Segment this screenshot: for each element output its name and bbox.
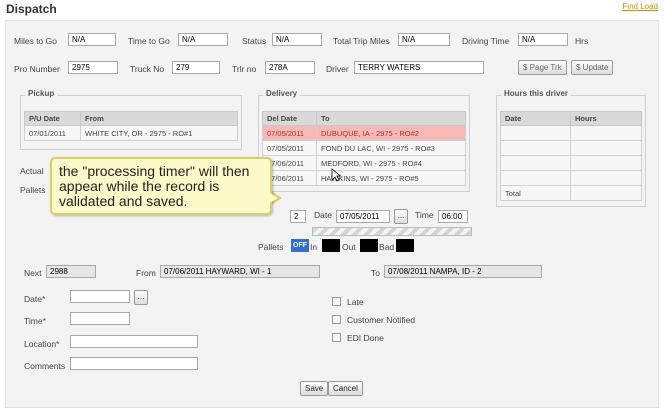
- pickup-from-header: From: [80, 111, 238, 126]
- hours-table: Date Hours Total: [500, 111, 642, 201]
- status-field[interactable]: N/A: [272, 33, 322, 46]
- table-row[interactable]: 07/06/2011 MEDFORD, WI - 2975 - RO#4: [262, 155, 466, 171]
- tooltip-tail-inner: [268, 192, 278, 204]
- table-row[interactable]: 07/01/2011 WHITE CITY, OR - 2975 - RO#1: [24, 125, 238, 141]
- mouse-cursor-icon: [331, 168, 341, 182]
- driver-label: Driver: [326, 64, 349, 74]
- status-label: Status: [242, 36, 267, 46]
- next-field: 2988: [46, 265, 96, 278]
- trlr-no-label: Trlr no: [232, 64, 257, 74]
- from-label: From: [136, 268, 156, 278]
- table-row[interactable]: 07/06/2011 HAWKINS, WI - 2975 - RO#5: [262, 170, 466, 186]
- total-trip-miles-field[interactable]: N/A: [398, 33, 450, 46]
- time-field[interactable]: [70, 312, 130, 325]
- help-tooltip: the "processing timer" will then appear …: [50, 157, 272, 215]
- pallets-out-label: Out: [342, 242, 356, 252]
- pallets-in-label: In: [310, 242, 318, 252]
- delivery-date-cell: 07/05/2011: [262, 140, 317, 156]
- driving-time-field[interactable]: N/A: [518, 33, 568, 46]
- truck-no-label: Truck No: [130, 64, 165, 74]
- stop-date-field[interactable]: 07/05/2011: [336, 210, 390, 223]
- page-title: Dispatch: [6, 2, 57, 16]
- truck-no-field[interactable]: 279: [172, 61, 220, 74]
- customer-notified-checkbox[interactable]: [332, 315, 341, 324]
- delivery-legend: Delivery: [263, 89, 301, 98]
- date-label: Date*: [24, 294, 46, 304]
- edi-done-label: EDI Done: [347, 333, 384, 343]
- pallets-count-label: Pallets: [20, 185, 46, 195]
- table-row: Total: [500, 185, 642, 201]
- table-row: [500, 140, 642, 156]
- to-label: To: [371, 268, 380, 278]
- pallets-in-field[interactable]: [322, 239, 340, 252]
- table-row: [500, 170, 642, 186]
- table-row: [500, 125, 642, 141]
- hours-total-label: Total: [500, 185, 571, 201]
- location-field[interactable]: [70, 335, 198, 348]
- actual-label: Actual: [20, 166, 44, 176]
- delivery-to-header: To: [316, 111, 466, 126]
- table-row[interactable]: 07/05/2011 DUBUQUE, IA - 2975 - RO#2: [262, 125, 466, 141]
- delivery-table: Del Date To 07/05/2011 DUBUQUE, IA - 297…: [262, 111, 466, 186]
- delivery-date-cell: 07/05/2011: [262, 125, 317, 141]
- page-truck-button[interactable]: $ Page Trk: [518, 60, 567, 75]
- date-picker-button[interactable]: ...: [134, 290, 148, 305]
- delivery-date-header: Del Date: [262, 111, 317, 126]
- pallets-bad-label: Bad: [379, 242, 395, 252]
- late-checkbox[interactable]: [332, 297, 341, 306]
- miles-to-go-field[interactable]: N/A: [68, 33, 116, 46]
- edi-done-checkbox[interactable]: [332, 333, 341, 342]
- hours-total-value: [570, 185, 642, 201]
- pickup-from-cell: WHITE CITY, OR - 2975 - RO#1: [80, 125, 238, 141]
- next-label: Next: [24, 268, 42, 278]
- from-field: 07/06/2011 HAYWARD, WI - 1: [160, 265, 320, 278]
- delivery-to-cell: FOND DU LAC, WI - 2975 - RO#3: [316, 140, 466, 156]
- hrs-label: Hrs: [575, 36, 589, 46]
- time-to-go-field[interactable]: N/A: [178, 33, 228, 46]
- pickup-legend: Pickup: [25, 89, 58, 98]
- tooltip-text: the "processing timer" will then appear …: [59, 163, 250, 209]
- late-label: Late: [347, 297, 364, 307]
- trlr-no-field[interactable]: 278A: [265, 61, 315, 74]
- customer-notified-label: Customer Notified: [347, 315, 416, 325]
- stop-time-field[interactable]: 06:00: [438, 210, 468, 223]
- update-button[interactable]: $ Update: [571, 60, 614, 75]
- total-trip-miles-label: Total Trip Miles: [333, 36, 390, 46]
- time-to-go-label: Time to Go: [128, 36, 170, 46]
- table-row: [500, 155, 642, 171]
- stop-number-field[interactable]: 2: [290, 210, 306, 223]
- pallets-toggle-label: Pallets: [258, 242, 284, 252]
- pickup-date-cell: 07/01/2011: [24, 125, 81, 141]
- miles-to-go-label: Miles to Go: [14, 36, 57, 46]
- pallets-out-field[interactable]: [360, 239, 378, 252]
- driving-time-label: Driving Time: [462, 36, 510, 46]
- table-row[interactable]: 07/05/2011 FOND DU LAC, WI - 2975 - RO#3: [262, 140, 466, 156]
- pallets-bad-field[interactable]: [396, 239, 414, 252]
- pro-number-label: Pro Number: [14, 64, 60, 74]
- pickup-table: P/U Date From 07/01/2011 WHITE CITY, OR …: [24, 111, 238, 141]
- save-button[interactable]: Save: [300, 381, 329, 396]
- cancel-button[interactable]: Cancel: [328, 381, 363, 396]
- hours-date-header: Date: [500, 111, 571, 126]
- stop-time-label: Time: [415, 210, 434, 220]
- delivery-to-cell: DUBUQUE, IA - 2975 - RO#2: [316, 125, 466, 141]
- driver-field[interactable]: TERRY WATERS: [354, 61, 484, 74]
- processing-timer-bar: [312, 227, 472, 236]
- hours-legend: Hours this driver: [501, 89, 572, 98]
- pro-number-field[interactable]: 2975: [68, 61, 118, 74]
- time-label: Time*: [24, 316, 46, 326]
- stop-date-picker-button[interactable]: ...: [394, 209, 408, 224]
- to-field: 07/08/2011 NAMPA, ID - 2: [384, 265, 542, 278]
- comments-label: Comments: [24, 361, 66, 371]
- hours-hours-header: Hours: [570, 111, 642, 126]
- find-load-link[interactable]: Find Load: [622, 2, 658, 11]
- comments-field[interactable]: [70, 357, 198, 370]
- stop-date-label: Date: [314, 210, 332, 220]
- date-field[interactable]: [70, 290, 130, 303]
- pickup-date-header: P/U Date: [24, 111, 81, 126]
- pallets-off-toggle[interactable]: OFF: [291, 239, 309, 252]
- location-label: Location*: [24, 339, 60, 349]
